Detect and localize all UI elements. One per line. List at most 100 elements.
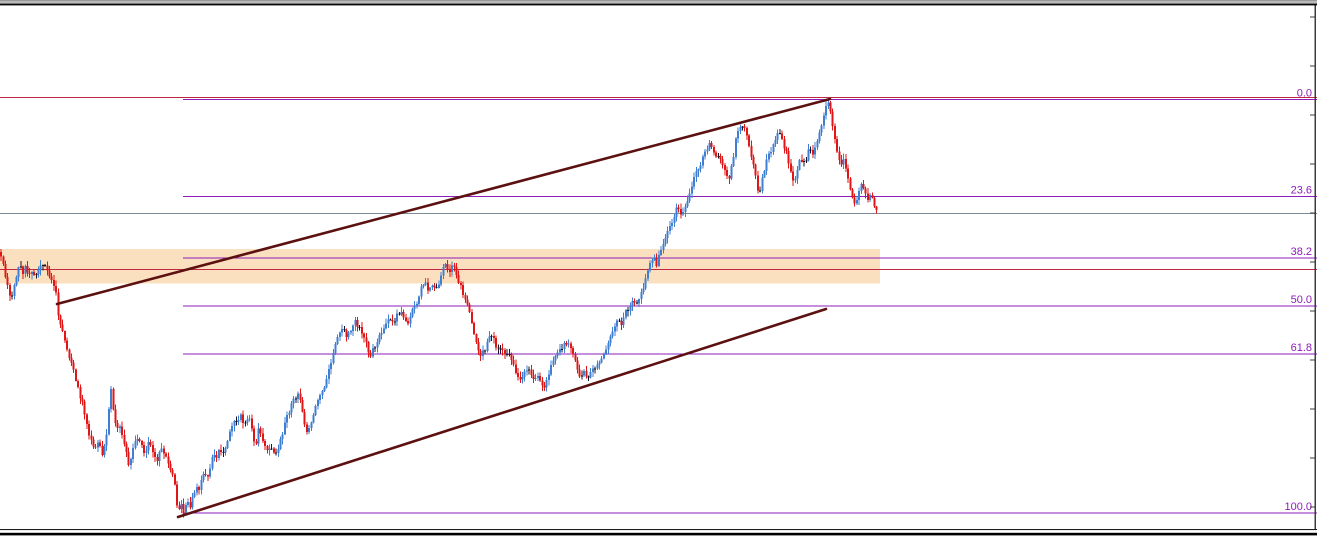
- candle-body: [473, 323, 476, 335]
- candle-body: [187, 501, 190, 506]
- candle-body: [248, 418, 251, 420]
- candle-body: [569, 343, 572, 348]
- candle-body: [829, 102, 832, 112]
- candle-body: [314, 405, 317, 415]
- candle-body: [455, 267, 458, 275]
- candle-body: [77, 380, 80, 388]
- candle-body: [675, 207, 678, 218]
- candle-body: [721, 158, 724, 166]
- candle-body: [794, 178, 797, 181]
- candle-body: [389, 319, 392, 321]
- candle-body: [385, 323, 388, 329]
- candle-body: [136, 438, 139, 441]
- candle-body: [431, 285, 434, 288]
- candle-body: [459, 283, 462, 286]
- candle-body: [642, 288, 645, 292]
- candle-body: [497, 347, 500, 349]
- supply-zone[interactable]: [0, 249, 880, 284]
- candle-body: [490, 335, 493, 337]
- candle-body: [200, 479, 203, 491]
- candle-body: [145, 450, 148, 453]
- candle-body: [440, 275, 443, 285]
- candle-body: [180, 504, 183, 510]
- fib-label-61.8: 61.8: [1291, 342, 1312, 354]
- candle-body: [866, 193, 869, 201]
- candle-body: [712, 147, 715, 153]
- fib-label-100.0: 100.0: [1284, 501, 1312, 513]
- candle-body: [327, 368, 330, 379]
- candle-body: [514, 364, 517, 374]
- candle-body: [800, 159, 803, 162]
- candle-body: [745, 128, 748, 136]
- candle-body: [202, 473, 205, 480]
- candle-body: [726, 170, 729, 177]
- candle-body: [827, 102, 830, 107]
- candle-body: [378, 334, 381, 342]
- candle-body: [662, 244, 665, 251]
- candle-body: [765, 159, 768, 172]
- candle-body: [235, 421, 238, 423]
- candle-body: [312, 414, 315, 423]
- candle-body: [873, 197, 876, 207]
- candle-body: [127, 451, 130, 465]
- candle-body: [772, 144, 775, 152]
- candle-body: [457, 274, 460, 284]
- candle-body: [638, 299, 641, 304]
- candle-body: [530, 369, 533, 375]
- candle-body: [147, 442, 150, 451]
- candle-body: [325, 378, 328, 388]
- candle-body: [242, 414, 245, 424]
- candle-body: [543, 385, 546, 388]
- candle-body: [215, 454, 218, 458]
- candle-body: [281, 434, 284, 439]
- candle-body: [635, 302, 638, 304]
- candle-body: [228, 431, 231, 442]
- candle-body: [88, 423, 91, 436]
- candle-body: [649, 262, 652, 271]
- candle-body: [8, 285, 11, 296]
- candle-body: [310, 422, 313, 429]
- candle-body: [407, 321, 410, 324]
- candle-body: [26, 265, 29, 273]
- candle-body: [19, 266, 22, 268]
- candle-body: [160, 448, 163, 453]
- candle-body: [805, 160, 808, 162]
- candle-body: [761, 177, 764, 192]
- border-layer: [0, 530, 1317, 533]
- candle-body: [831, 111, 834, 127]
- candle-body: [90, 435, 93, 440]
- candle-body: [706, 149, 709, 152]
- candle-body: [778, 133, 781, 135]
- candle-body: [121, 426, 124, 436]
- candle-body: [393, 321, 396, 323]
- candle-body: [552, 360, 555, 365]
- candle-body: [781, 133, 784, 140]
- candle-body: [176, 484, 179, 506]
- candle-body: [143, 445, 146, 453]
- candle-body: [629, 306, 632, 311]
- candle-body: [462, 285, 465, 295]
- candle-body: [563, 342, 566, 350]
- candle-body: [822, 115, 825, 126]
- candle-body: [686, 200, 689, 207]
- candle-body: [343, 328, 346, 330]
- candle-body: [481, 350, 484, 357]
- candle-body: [734, 138, 737, 158]
- candle-body: [820, 125, 823, 133]
- candle-body: [583, 370, 586, 376]
- price-chart[interactable]: 0.023.638.250.061.8100.0: [0, 0, 1317, 538]
- candle-body: [818, 132, 821, 141]
- candle-body: [521, 376, 524, 380]
- candle-body: [369, 352, 372, 357]
- candle-body: [616, 320, 619, 327]
- candle-body: [651, 260, 654, 263]
- candle-body: [679, 208, 682, 215]
- candle-body: [319, 395, 322, 401]
- candle-body: [855, 199, 858, 204]
- candle-body: [556, 352, 559, 356]
- candle-body: [464, 294, 467, 300]
- candle-body: [589, 372, 592, 378]
- candle-body: [391, 319, 394, 322]
- candle-body: [519, 376, 522, 380]
- candle-body: [446, 264, 449, 270]
